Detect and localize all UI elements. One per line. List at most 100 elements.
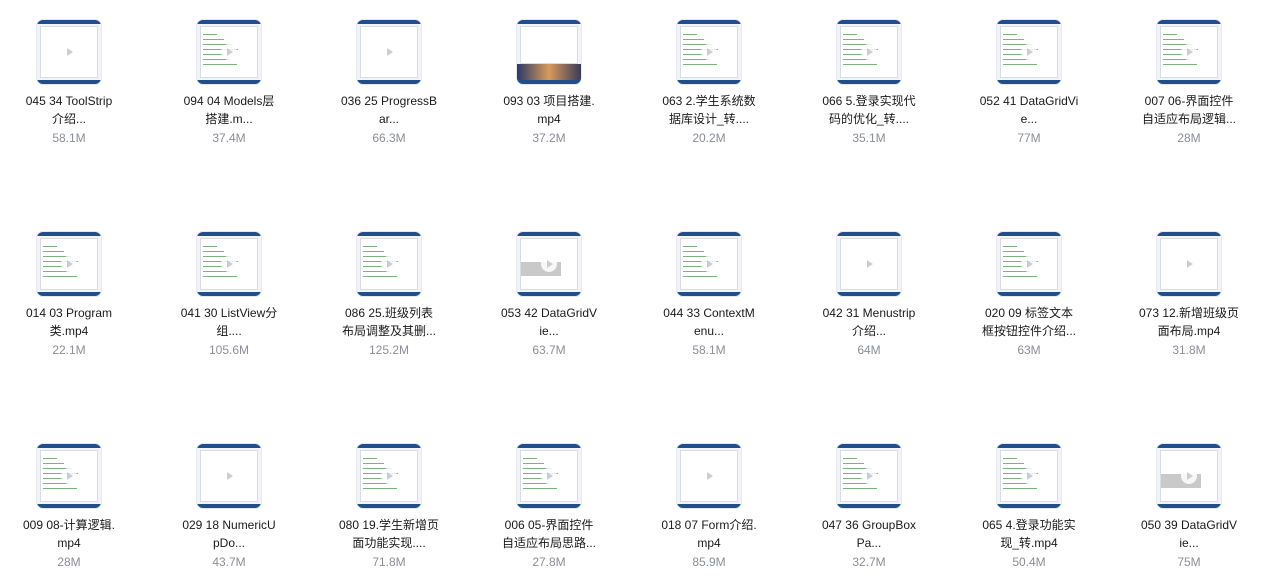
file-tile[interactable]: 045 34 ToolStrip 介绍... 58.1M bbox=[0, 0, 149, 150]
file-tile[interactable]: 094 04 Models层 搭建.m... 37.4M bbox=[149, 0, 309, 150]
file-name: 018 07 Form介绍. mp4 bbox=[629, 516, 789, 552]
play-icon bbox=[1181, 44, 1197, 60]
file-name-line-2: e... bbox=[1020, 112, 1038, 126]
file-size: 75M bbox=[1177, 555, 1201, 569]
file-name-line-1: 047 36 GroupBox bbox=[821, 518, 917, 532]
file-name: 047 36 GroupBox Pa... bbox=[789, 516, 949, 552]
file-name: 044 33 ContextM enu... bbox=[629, 304, 789, 340]
file-tile[interactable]: 052 41 DataGridVi e... 77M bbox=[949, 0, 1109, 150]
file-tile[interactable]: 006 05-界面控件 自适应布局思路... 27.8M bbox=[469, 424, 629, 574]
file-tile[interactable]: 093 03 项目搭建. mp4 37.2M bbox=[469, 0, 629, 150]
file-tile[interactable]: 053 42 DataGridV ie... 63.7M bbox=[469, 212, 629, 362]
file-name-line-1: 080 19.学生新增页 bbox=[338, 518, 440, 532]
file-tile[interactable]: 029 18 NumericU pDo... 43.7M bbox=[149, 424, 309, 574]
file-grid: 045 34 ToolStrip 介绍... 58.1M 094 04 Models层… bbox=[0, 0, 1263, 582]
file-tile[interactable]: 042 31 Menustrip 介绍... 64M bbox=[789, 212, 949, 362]
file-name-line-1: 007 06-界面控件 bbox=[1144, 94, 1234, 108]
file-name-line-2: 介绍... bbox=[51, 112, 86, 126]
file-name-line-2: 自适应布局思路... bbox=[501, 536, 596, 550]
video-thumbnail bbox=[37, 232, 101, 296]
file-tile[interactable]: 036 25 ProgressB ar... 66.3M bbox=[309, 0, 469, 150]
file-name-line-1: 045 34 ToolStrip bbox=[25, 94, 113, 108]
file-name-line-2: pDo... bbox=[212, 536, 245, 550]
file-size: 85.9M bbox=[692, 555, 726, 569]
video-thumbnail bbox=[517, 20, 581, 84]
video-thumbnail bbox=[837, 232, 901, 296]
file-tile[interactable]: 080 19.学生新增页 面功能实现.... 71.8M bbox=[309, 424, 469, 574]
file-name-line-1: 093 03 项目搭建. bbox=[503, 94, 595, 108]
play-icon bbox=[221, 256, 237, 272]
file-size: 28M bbox=[1177, 131, 1201, 145]
file-name: 094 04 Models层 搭建.m... bbox=[149, 92, 309, 128]
file-name: 065 4.登录功能实 现_转.mp4 bbox=[949, 516, 1109, 552]
file-name-line-2: Pa... bbox=[856, 536, 882, 550]
file-tile[interactable]: 014 03 Program 类.mp4 22.1M bbox=[0, 212, 149, 362]
file-name: 042 31 Menustrip 介绍... bbox=[789, 304, 949, 340]
file-name-line-2: 面布局.mp4 bbox=[1157, 324, 1221, 338]
play-icon bbox=[381, 256, 397, 272]
file-size: 35.1M bbox=[852, 131, 886, 145]
play-icon bbox=[541, 256, 557, 272]
file-name: 009 08-计算逻辑. mp4 bbox=[0, 516, 149, 552]
file-name-line-1: 044 33 ContextM bbox=[663, 306, 755, 320]
file-tile[interactable]: 044 33 ContextM enu... 58.1M bbox=[629, 212, 789, 362]
file-tile[interactable]: 018 07 Form介绍. mp4 85.9M bbox=[629, 424, 789, 574]
video-thumbnail bbox=[1157, 444, 1221, 508]
play-icon bbox=[1181, 256, 1197, 272]
play-icon bbox=[701, 468, 717, 484]
file-name: 041 30 ListView分 组.... bbox=[149, 304, 309, 340]
play-icon bbox=[1021, 468, 1037, 484]
file-tile[interactable]: 020 09 标签文本 框按钮控件介绍... 63M bbox=[949, 212, 1109, 362]
play-icon bbox=[221, 468, 237, 484]
video-thumbnail bbox=[357, 232, 421, 296]
file-tile[interactable]: 073 12.新增班级页 面布局.mp4 31.8M bbox=[1109, 212, 1263, 362]
file-tile[interactable]: 086 25.班级列表 布局调整及其删... 125.2M bbox=[309, 212, 469, 362]
file-name-line-2: 搭建.m... bbox=[205, 112, 253, 126]
file-tile[interactable]: 050 39 DataGridV ie... 75M bbox=[1109, 424, 1263, 574]
file-name-line-1: 073 12.新增班级页 bbox=[1138, 306, 1240, 320]
file-name-line-1: 029 18 NumericU bbox=[182, 518, 276, 532]
file-size: 27.8M bbox=[532, 555, 566, 569]
file-name: 063 2.学生系统数 据库设计_转.... bbox=[629, 92, 789, 128]
play-icon bbox=[61, 44, 77, 60]
file-tile[interactable]: 007 06-界面控件 自适应布局逻辑... 28M bbox=[1109, 0, 1263, 150]
play-icon bbox=[861, 256, 877, 272]
file-size: 20.2M bbox=[692, 131, 726, 145]
file-tile[interactable]: 063 2.学生系统数 据库设计_转.... 20.2M bbox=[629, 0, 789, 150]
video-thumbnail bbox=[197, 20, 261, 84]
video-thumbnail bbox=[677, 232, 741, 296]
video-thumbnail bbox=[997, 444, 1061, 508]
file-size: 105.6M bbox=[208, 343, 250, 357]
file-size: 58.1M bbox=[52, 131, 86, 145]
play-icon bbox=[61, 468, 77, 484]
video-thumbnail bbox=[997, 20, 1061, 84]
file-size: 37.2M bbox=[532, 131, 566, 145]
play-icon bbox=[861, 44, 877, 60]
file-name: 045 34 ToolStrip 介绍... bbox=[0, 92, 149, 128]
file-name-line-2: 类.mp4 bbox=[49, 324, 89, 338]
file-tile[interactable]: 065 4.登录功能实 现_转.mp4 50.4M bbox=[949, 424, 1109, 574]
file-name-line-2: mp4 bbox=[537, 112, 561, 126]
file-size: 32.7M bbox=[852, 555, 886, 569]
file-name-line-1: 036 25 ProgressB bbox=[340, 94, 438, 108]
video-thumbnail bbox=[837, 20, 901, 84]
file-size: 58.1M bbox=[692, 343, 726, 357]
video-thumbnail bbox=[37, 444, 101, 508]
play-icon bbox=[701, 256, 717, 272]
file-tile[interactable]: 047 36 GroupBox Pa... 32.7M bbox=[789, 424, 949, 574]
video-thumbnail bbox=[197, 232, 261, 296]
file-name: 007 06-界面控件 自适应布局逻辑... bbox=[1109, 92, 1263, 128]
file-size: 66.3M bbox=[372, 131, 406, 145]
play-icon bbox=[221, 44, 237, 60]
file-name: 036 25 ProgressB ar... bbox=[309, 92, 469, 128]
file-name-line-1: 041 30 ListView分 bbox=[180, 306, 278, 320]
file-tile[interactable]: 041 30 ListView分 组.... 105.6M bbox=[149, 212, 309, 362]
video-thumbnail bbox=[677, 444, 741, 508]
video-thumbnail bbox=[517, 232, 581, 296]
file-size: 22.1M bbox=[52, 343, 86, 357]
file-tile[interactable]: 009 08-计算逻辑. mp4 28M bbox=[0, 424, 149, 574]
file-tile[interactable]: 066 5.登录实现代 码的优化_转.... 35.1M bbox=[789, 0, 949, 150]
file-name-line-2: 介绍... bbox=[851, 324, 886, 338]
file-name-line-1: 094 04 Models层 bbox=[183, 94, 275, 108]
file-name-line-1: 020 09 标签文本 bbox=[984, 306, 1074, 320]
